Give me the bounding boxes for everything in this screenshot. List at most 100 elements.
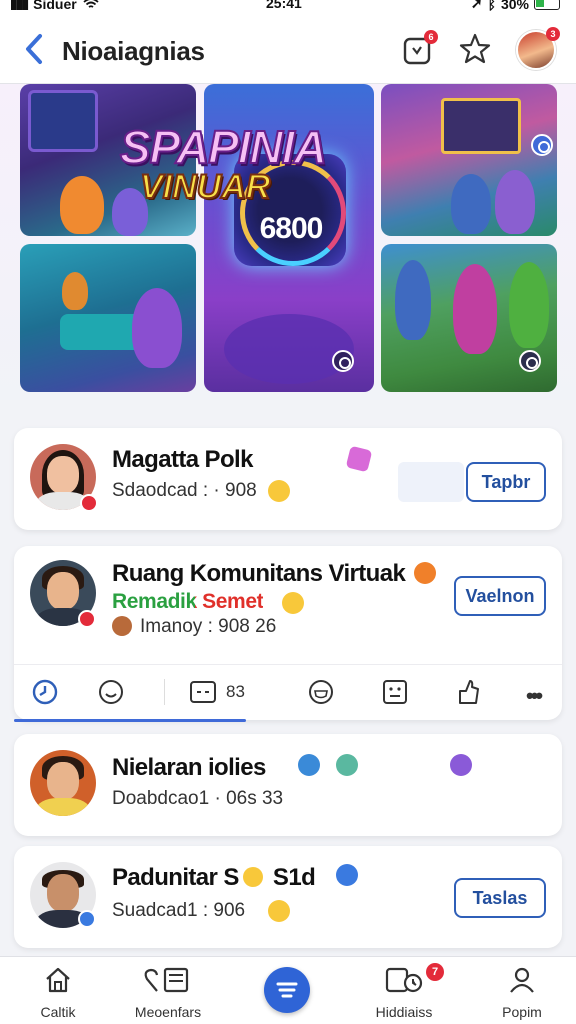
character-figure <box>451 174 491 234</box>
carrier-name: Siduer <box>33 0 77 12</box>
card-action-button[interactable]: Taslas <box>454 878 546 918</box>
avatar[interactable] <box>30 750 96 816</box>
nav-label: Caltik <box>40 1004 76 1020</box>
smile-emoji-icon <box>268 480 290 502</box>
game-emoji-icon <box>336 754 358 776</box>
active-tab-indicator <box>14 719 246 722</box>
status-right: ➚ ᛒ 30% <box>471 0 560 12</box>
item-name: Padunitar S S1d <box>112 864 316 891</box>
list-item[interactable]: Nielaran iolies Doabdcao1 · 06s 33 <box>14 734 562 836</box>
feed-button[interactable] <box>264 967 310 1013</box>
list-item[interactable]: Magatta Polk Sdaodcad : · 908 Tapbr <box>14 428 562 530</box>
favorites-button[interactable] <box>458 32 494 68</box>
comments-button[interactable] <box>188 677 218 707</box>
profile-icon <box>510 967 534 993</box>
game-thumbnail-icon <box>398 462 464 502</box>
star-icon <box>459 33 491 64</box>
bottom-nav: Caltik Meoenfars 7 Hiddiaiss Popim <box>0 956 576 1024</box>
profile-avatar[interactable]: 3 <box>516 27 560 70</box>
character-figure <box>395 260 431 340</box>
app-header: Nioaiagnias 6 3 <box>0 14 576 84</box>
live-badge-icon <box>80 494 98 512</box>
action-row: 83 ••• <box>14 664 562 722</box>
location-icon: ➚ <box>470 0 483 11</box>
sun-emoji-icon <box>242 867 263 887</box>
play-icon[interactable] <box>519 350 541 372</box>
emoji-button[interactable] <box>306 677 336 707</box>
banner-subtitle: VINUAR <box>139 167 271 207</box>
home-icon <box>46 967 70 993</box>
fire-emoji-icon <box>414 562 436 584</box>
nav-item-activity[interactable]: 7 Hiddiaiss <box>354 963 454 1020</box>
character-figure <box>62 272 88 310</box>
reaction-button[interactable] <box>96 677 126 707</box>
banner-tile-bottom-right[interactable] <box>381 244 557 392</box>
nav-item-home[interactable]: Caltik <box>8 965 108 1020</box>
item-name: Nielaran iolies <box>112 754 266 781</box>
feed-icon <box>276 982 298 998</box>
more-dots-icon: ••• <box>526 683 543 708</box>
more-button[interactable]: ••• <box>526 683 556 713</box>
chevron-left-icon <box>26 34 42 64</box>
smile-icon <box>99 680 123 704</box>
back-button[interactable] <box>18 30 52 68</box>
comment-count: 83 <box>226 682 245 701</box>
notifications-button[interactable]: 6 <box>400 30 438 68</box>
item-name: Magatta Polk <box>112 446 253 473</box>
list-item[interactable]: Ruang Komunitans Virtuak Remadik Semet I… <box>14 546 562 722</box>
status-time: 25:41 <box>266 0 302 11</box>
sticker-icon <box>383 680 407 704</box>
status-bar: ▮▮▮ Siduer 25:41 ➚ ᛒ 30% <box>0 0 576 14</box>
message-box-icon <box>190 681 216 703</box>
verified-badge-icon <box>78 910 96 928</box>
clock-icon <box>32 679 58 705</box>
page-title: Nioaiagnias <box>62 36 205 66</box>
play-icon[interactable] <box>531 134 553 156</box>
activity-badge: 7 <box>426 963 444 981</box>
arcade-building-shape <box>441 98 521 154</box>
card-action-button[interactable]: Tapbr <box>466 462 546 502</box>
tv-screen-shape <box>28 90 98 152</box>
signal-icon: ▮▮▮ <box>10 0 29 11</box>
character-figure <box>509 262 549 348</box>
banner-title: SPAPINIA <box>119 120 328 174</box>
play-icon[interactable] <box>332 350 354 372</box>
dice-icon <box>345 445 373 473</box>
nav-item-profile[interactable]: Popim <box>472 965 572 1020</box>
nav-label: Popim <box>502 1004 542 1020</box>
status-left: ▮▮▮ Siduer <box>10 0 99 12</box>
item-name: Ruang Komunitans Virtuak <box>112 560 406 587</box>
item-meta: Imanoy : 908 26 <box>140 616 277 637</box>
divider <box>164 679 165 705</box>
item-meta: Sdaodcad : · 908 <box>112 480 257 501</box>
history-button[interactable] <box>30 677 60 707</box>
rocket-emoji-icon <box>298 754 320 776</box>
grin-icon <box>309 680 333 704</box>
nav-item-members[interactable]: Meoenfars <box>118 965 218 1020</box>
like-button[interactable] <box>454 677 484 707</box>
clock-chat-icon <box>385 967 423 993</box>
character-figure <box>132 288 182 368</box>
item-meta: Suadcad1 : 906 <box>112 900 246 921</box>
card-action-button[interactable]: Vaelnon <box>454 576 546 616</box>
live-badge-icon <box>78 610 96 628</box>
character-figure <box>495 170 535 234</box>
item-meta: Doabdcao1 · 06s 33 <box>112 788 284 809</box>
smile-emoji-icon <box>268 900 290 922</box>
sticker-button[interactable] <box>380 677 410 707</box>
stage-shape <box>224 314 354 384</box>
bluetooth-icon: ᛒ <box>487 0 496 12</box>
banner-tile-top-right[interactable] <box>381 84 557 236</box>
gift-icon <box>112 616 132 636</box>
banner-tile-bottom-left[interactable] <box>20 244 196 392</box>
featured-banner[interactable]: 6800 SPAPINIA VINUAR <box>0 84 576 400</box>
banner-screen-value: 6800 <box>259 212 324 245</box>
item-subline: Remadik Semet <box>112 590 264 613</box>
feather-icon <box>450 754 472 776</box>
battery-icon <box>534 0 560 10</box>
nav-label: Meoenfars <box>134 1004 202 1020</box>
notification-badge: 6 <box>424 30 438 44</box>
list-item[interactable]: Padunitar S S1d Suadcad1 : 906 Taslas <box>14 846 562 948</box>
character-figure <box>60 176 104 234</box>
laugh-emoji-icon <box>282 592 304 614</box>
